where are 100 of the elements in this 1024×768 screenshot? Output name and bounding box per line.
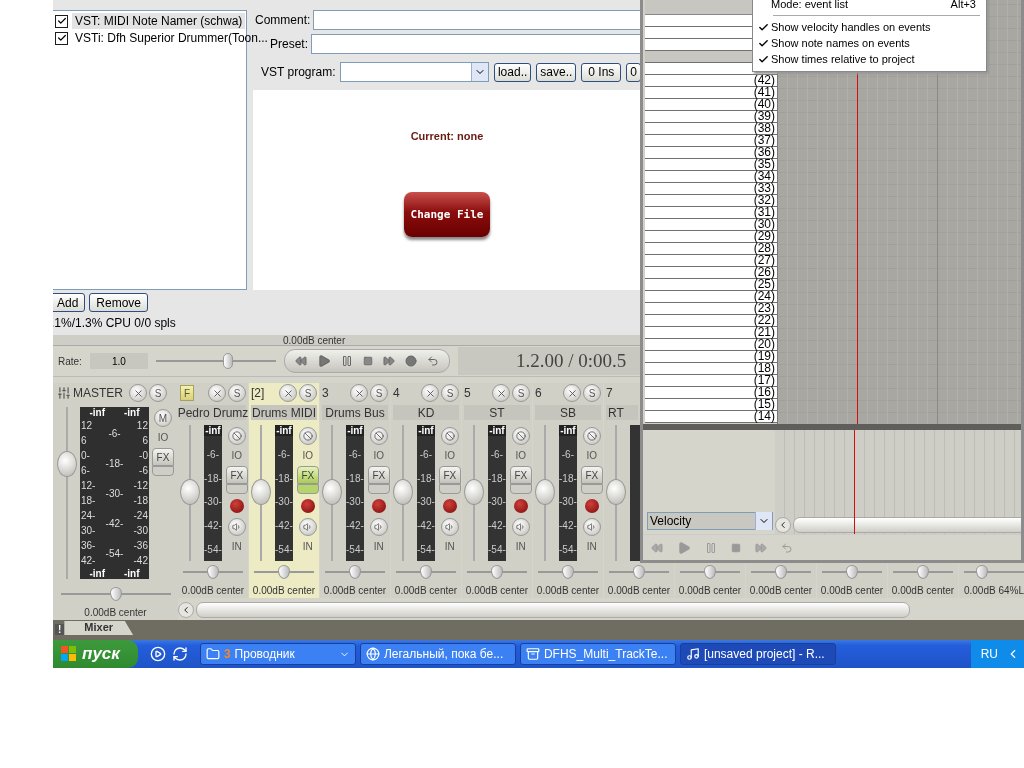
language-indicator[interactable]: RU bbox=[980, 647, 998, 661]
note-row-label[interactable]: (42) bbox=[645, 75, 777, 87]
pan-slider[interactable] bbox=[60, 587, 171, 601]
note-row-label[interactable]: (31) bbox=[645, 207, 777, 219]
program-button[interactable]: 0 Ins bbox=[581, 62, 622, 82]
io-button[interactable]: IO bbox=[373, 450, 385, 461]
monitor-button[interactable] bbox=[582, 518, 601, 536]
track-name[interactable]: Drums Bus bbox=[322, 405, 388, 420]
volume-fader[interactable] bbox=[322, 425, 342, 561]
folder-button[interactable]: F bbox=[180, 385, 194, 401]
menu-item[interactable]: Mode: event list Alt+3 bbox=[753, 0, 986, 12]
plugin-item[interactable]: VSTi: Dfh Superior Drummer(Toon... bbox=[72, 30, 271, 46]
solo-button[interactable]: S bbox=[441, 384, 459, 402]
fx-button[interactable]: FX bbox=[152, 448, 174, 466]
fx-bypass-button[interactable] bbox=[152, 466, 174, 476]
note-row-label[interactable]: (14) bbox=[645, 411, 777, 423]
phase-button[interactable] bbox=[298, 427, 317, 445]
menu-item[interactable]: Show times relative to project bbox=[753, 51, 986, 67]
record-arm-button[interactable] bbox=[371, 499, 386, 513]
pan-slider[interactable] bbox=[254, 565, 314, 579]
fx-bypass-button[interactable] bbox=[225, 484, 248, 494]
scrollbar-thumb[interactable] bbox=[793, 516, 1021, 533]
solo-button[interactable]: S bbox=[370, 384, 388, 402]
mute-button[interactable] bbox=[350, 384, 368, 402]
record-arm-button[interactable] bbox=[300, 499, 315, 513]
note-row-label[interactable]: (23) bbox=[645, 303, 777, 315]
mute-button[interactable] bbox=[492, 384, 510, 402]
program-button[interactable]: load.. bbox=[493, 62, 532, 82]
scrollbar-thumb[interactable] bbox=[196, 601, 910, 618]
mute-button[interactable] bbox=[129, 384, 147, 402]
volume-fader[interactable] bbox=[57, 407, 77, 579]
phase-button[interactable] bbox=[440, 427, 459, 445]
fx-bypass-button[interactable] bbox=[367, 484, 390, 494]
monitor-button[interactable] bbox=[511, 518, 530, 536]
mute-button[interactable] bbox=[421, 384, 439, 402]
start-button[interactable]: пуск bbox=[53, 640, 138, 668]
pan-slider[interactable] bbox=[822, 565, 882, 579]
note-row-label[interactable]: (28) bbox=[645, 243, 777, 255]
note-row-label[interactable]: (15) bbox=[645, 399, 777, 411]
note-row-label[interactable]: (30) bbox=[645, 219, 777, 231]
mute-button[interactable] bbox=[563, 384, 581, 402]
fx-button[interactable]: FX bbox=[296, 466, 319, 484]
record-arm-button[interactable] bbox=[513, 499, 528, 513]
list-button[interactable]: Add bbox=[53, 293, 86, 312]
note-row-label[interactable]: (25) bbox=[645, 279, 777, 291]
volume-fader[interactable] bbox=[606, 425, 626, 561]
pan-slider[interactable] bbox=[680, 565, 740, 579]
solo-button[interactable]: S bbox=[228, 384, 246, 402]
input-button[interactable]: IN bbox=[586, 541, 597, 552]
track-name[interactable]: SB bbox=[535, 405, 601, 420]
monitor-button[interactable] bbox=[369, 518, 388, 536]
taskbar-button[interactable]: DFHS_Multi_TrackTe... bbox=[519, 643, 676, 665]
track-name[interactable]: RT bbox=[606, 405, 638, 420]
note-row-label[interactable]: (19) bbox=[645, 351, 777, 363]
note-row-label[interactable]: (16) bbox=[645, 387, 777, 399]
volume-fader[interactable] bbox=[393, 425, 413, 561]
note-row-label[interactable]: (38) bbox=[645, 123, 777, 135]
io-button[interactable]: IO bbox=[515, 450, 527, 461]
menu-item[interactable]: Show note names on events bbox=[753, 35, 986, 51]
scroll-left-button[interactable] bbox=[178, 601, 194, 618]
fx-bypass-button[interactable] bbox=[296, 484, 319, 494]
note-row-label[interactable]: (33) bbox=[645, 183, 777, 195]
monitor-button[interactable] bbox=[298, 518, 317, 536]
note-row-label[interactable]: (34) bbox=[645, 171, 777, 183]
volume-fader[interactable] bbox=[180, 425, 200, 561]
pan-slider[interactable] bbox=[325, 565, 385, 579]
track-name[interactable]: ST bbox=[464, 405, 530, 420]
media-player-icon[interactable] bbox=[149, 646, 166, 662]
note-row-label[interactable]: (21) bbox=[645, 327, 777, 339]
volume-fader[interactable] bbox=[464, 425, 484, 561]
lane-dropdown[interactable]: Velocity bbox=[647, 512, 773, 530]
solo-button[interactable]: S bbox=[149, 384, 167, 402]
monitor-button[interactable] bbox=[227, 518, 246, 536]
solo-button[interactable]: S bbox=[299, 384, 317, 402]
pan-slider[interactable] bbox=[183, 565, 243, 579]
note-row-label[interactable]: (39) bbox=[645, 111, 777, 123]
io-button[interactable]: IO bbox=[586, 450, 598, 461]
note-row-label[interactable]: (24) bbox=[645, 291, 777, 303]
pan-slider[interactable] bbox=[964, 565, 1024, 579]
mono-button[interactable]: M bbox=[154, 409, 172, 427]
note-row-label[interactable]: (36) bbox=[645, 147, 777, 159]
io-button[interactable]: IO bbox=[157, 432, 169, 443]
rate-field[interactable]: 1.0 bbox=[89, 353, 148, 369]
fx-button[interactable]: FX bbox=[438, 466, 461, 484]
note-row-label[interactable]: (40) bbox=[645, 99, 777, 111]
pan-slider[interactable] bbox=[467, 565, 527, 579]
monitor-button[interactable] bbox=[440, 518, 459, 536]
fx-button[interactable]: FX bbox=[225, 466, 248, 484]
plugin-item[interactable]: VST: MIDI Note Namer (schwa) bbox=[72, 13, 246, 29]
fx-bypass-button[interactable] bbox=[580, 484, 603, 494]
fx-bypass-button[interactable] bbox=[438, 484, 461, 494]
track-name[interactable]: KD bbox=[393, 405, 459, 420]
phase-button[interactable] bbox=[582, 427, 601, 445]
menu-item[interactable]: Show velocity handles on events bbox=[753, 19, 986, 35]
input-button[interactable]: IN bbox=[515, 541, 526, 552]
fx-button[interactable]: FX bbox=[509, 466, 532, 484]
note-row-label[interactable]: (26) bbox=[645, 267, 777, 279]
solo-button[interactable]: S bbox=[512, 384, 530, 402]
note-row-label[interactable]: (35) bbox=[645, 159, 777, 171]
record-arm-button[interactable] bbox=[229, 499, 244, 513]
